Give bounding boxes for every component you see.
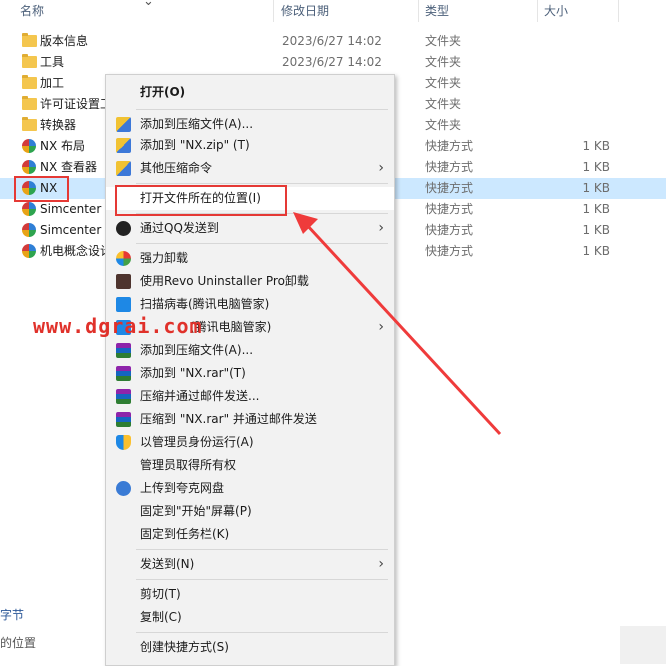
watermark: www.dgrai.com <box>33 314 203 338</box>
